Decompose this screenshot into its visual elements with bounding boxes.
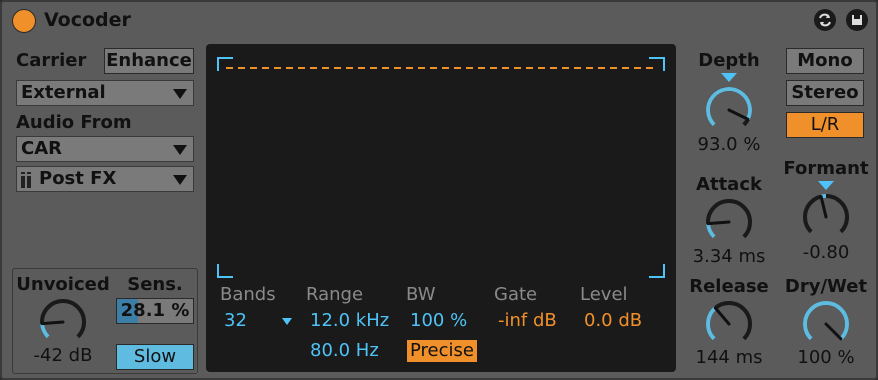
device-activator-button[interactable] [12, 9, 36, 33]
drywet-value: 100 % [797, 347, 855, 368]
knob-needle [824, 322, 843, 341]
enhance-button[interactable]: Enhance [104, 48, 194, 74]
range-label: Range [306, 284, 364, 305]
knob-value-arc [706, 87, 752, 127]
range-low-value[interactable]: 80.0 Hz [310, 341, 379, 361]
chevron-down-icon [173, 145, 187, 155]
knob-needle [819, 195, 828, 219]
range-high-value[interactable]: 12.0 kHz [310, 311, 389, 331]
level-label: Level [580, 284, 628, 305]
unvoiced-knob[interactable] [37, 296, 89, 348]
knob-value-arc [706, 306, 717, 341]
formant-value: -0.80 [802, 242, 850, 263]
slow-button[interactable]: Slow [116, 344, 194, 370]
bands-dropdown[interactable]: 32 [224, 311, 296, 331]
level-value[interactable]: 0.0 dB [584, 311, 642, 331]
carrier-dropdown-value: External [21, 82, 106, 103]
depth-label: Depth [698, 50, 760, 71]
release-value: 144 ms [695, 347, 763, 368]
formant-label: Formant [783, 158, 869, 179]
tap-dropdown[interactable]: Post FX [16, 166, 194, 192]
attack-knob[interactable] [703, 196, 755, 248]
mono-button[interactable]: Mono [786, 48, 864, 74]
gate-label: Gate [494, 284, 538, 305]
carrier-dropdown[interactable]: External [16, 80, 194, 106]
knob-value-arc [706, 223, 716, 239]
formant-indicator-icon [818, 181, 834, 190]
knob-needle [706, 220, 731, 226]
bw-label: BW [406, 284, 436, 305]
knob-track [40, 299, 86, 339]
corner-mark [217, 57, 233, 71]
knob-track [706, 199, 752, 239]
knob-value-arc [40, 323, 50, 339]
carrier-label: Carrier [16, 50, 87, 71]
knob-needle [713, 306, 731, 326]
chevron-down-icon [173, 175, 187, 185]
bands-label: Bands [220, 284, 276, 305]
precise-button[interactable]: Precise [407, 340, 477, 362]
drywet-label: Dry/Wet [784, 276, 868, 297]
drywet-knob[interactable] [800, 298, 852, 350]
gate-value[interactable]: -inf dB [498, 311, 557, 331]
sens-slider[interactable]: 28.1 % [116, 298, 194, 324]
corner-mark [649, 57, 665, 71]
device-title: Vocoder [44, 9, 131, 31]
bands-value: 32 [224, 310, 247, 331]
corner-mark [649, 264, 665, 278]
corner-mark [217, 264, 233, 278]
bw-value[interactable]: 100 % [410, 311, 467, 331]
unvoiced-label: Unvoiced [16, 274, 110, 295]
stereo-button[interactable]: Stereo [786, 80, 864, 106]
save-icon[interactable] [846, 9, 868, 31]
swap-icon[interactable] [814, 9, 836, 31]
sens-label: Sens. [127, 274, 183, 295]
release-knob[interactable] [703, 298, 755, 350]
depth-value: 93.0 % [697, 134, 761, 155]
unvoiced-value: -42 dB [33, 345, 93, 366]
sens-slider-value: 28.1 % [120, 300, 190, 321]
chevron-down-icon [282, 318, 292, 325]
lr-button[interactable]: L/R [786, 112, 864, 138]
release-label: Release [689, 276, 769, 297]
chevron-down-icon [173, 89, 187, 99]
audio-from-label: Audio From [16, 112, 132, 133]
audio-from-dropdown[interactable]: CAR [16, 136, 194, 162]
meter-icon [20, 171, 32, 188]
vocoder-device: Vocoder Carrier Enhance External Audio F… [0, 0, 878, 380]
depth-knob[interactable] [703, 84, 755, 136]
knob-needle [727, 108, 750, 121]
attack-value: 3.34 ms [692, 246, 766, 267]
tap-dropdown-value: Post FX [39, 168, 117, 189]
formant-knob[interactable] [800, 191, 852, 243]
knob-value-arc [803, 301, 849, 341]
knob-needle [40, 320, 65, 326]
depth-indicator-icon [721, 73, 737, 82]
attack-label: Attack [696, 174, 762, 195]
spectrum-display[interactable]: Bands 32 Range 12.0 kHz 80.0 Hz BW 100 %… [206, 44, 676, 372]
audio-from-dropdown-value: CAR [21, 138, 63, 159]
